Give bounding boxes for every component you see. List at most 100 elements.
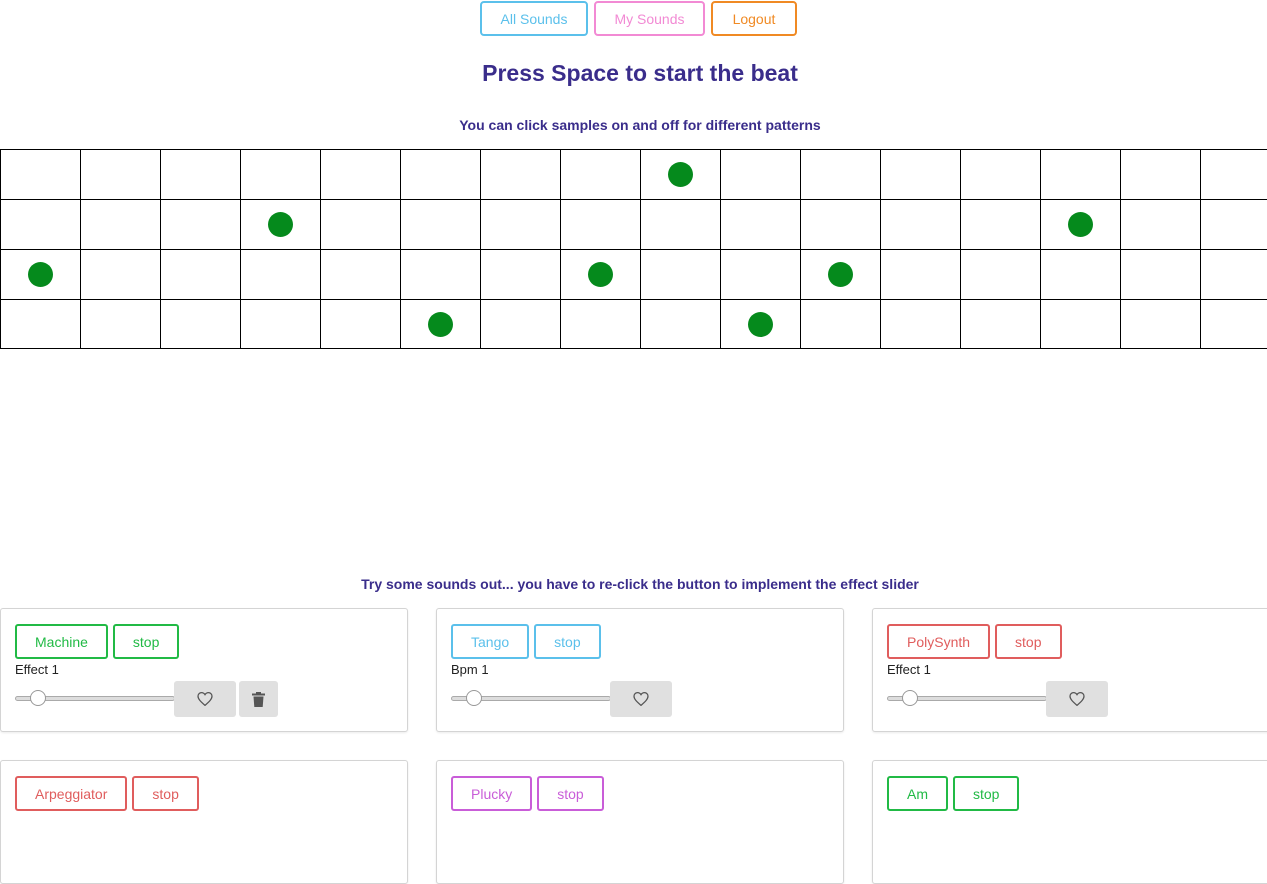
grid-cell[interactable]: [640, 199, 720, 249]
sample-dot: [588, 262, 613, 287]
grid-cell[interactable]: [960, 299, 1040, 349]
play-arpeggiator-button[interactable]: Arpeggiator: [15, 776, 128, 811]
grid-cell[interactable]: [160, 249, 240, 299]
grid-cell[interactable]: [560, 249, 640, 299]
grid-cell[interactable]: [800, 299, 880, 349]
grid-cell[interactable]: [1040, 199, 1120, 249]
grid-cell[interactable]: [320, 249, 400, 299]
delete-button[interactable]: [239, 681, 278, 717]
bpm-slider[interactable]: [451, 690, 611, 706]
effect-label: Effect 1: [887, 662, 931, 677]
grid-cell[interactable]: [240, 299, 320, 349]
sound-card-machine: Machine stop Effect 1: [0, 608, 408, 732]
stop-polysynth-button[interactable]: stop: [995, 624, 1062, 659]
all-sounds-button[interactable]: All Sounds: [480, 1, 588, 36]
grid-cell[interactable]: [480, 149, 560, 199]
play-polysynth-button[interactable]: PolySynth: [887, 624, 991, 659]
grid-cell[interactable]: [240, 199, 320, 249]
effect-slider[interactable]: [15, 690, 175, 706]
beat-grid: [0, 149, 1267, 349]
grid-cell[interactable]: [1120, 199, 1200, 249]
grid-cell[interactable]: [240, 149, 320, 199]
grid-cell[interactable]: [640, 149, 720, 199]
grid-cell[interactable]: [400, 199, 480, 249]
sound-card-plucky: Plucky stop: [436, 760, 844, 884]
grid-cell[interactable]: [480, 299, 560, 349]
grid-cell[interactable]: [880, 149, 960, 199]
grid-cell[interactable]: [400, 249, 480, 299]
grid-cell[interactable]: [80, 199, 160, 249]
grid-cell[interactable]: [240, 249, 320, 299]
grid-cell[interactable]: [960, 249, 1040, 299]
grid-cell[interactable]: [80, 299, 160, 349]
grid-cell[interactable]: [160, 299, 240, 349]
play-plucky-button[interactable]: Plucky: [451, 776, 533, 811]
grid-cell[interactable]: [800, 149, 880, 199]
grid-cell[interactable]: [880, 249, 960, 299]
slider-thumb[interactable]: [466, 690, 482, 706]
grid-cell[interactable]: [320, 199, 400, 249]
grid-cell[interactable]: [560, 149, 640, 199]
grid-cell[interactable]: [1120, 299, 1200, 349]
grid-cell[interactable]: [800, 199, 880, 249]
grid-cell[interactable]: [1040, 149, 1120, 199]
grid-cell[interactable]: [560, 299, 640, 349]
logout-button[interactable]: Logout: [711, 1, 797, 36]
grid-cell[interactable]: [0, 149, 80, 199]
grid-cell[interactable]: [400, 299, 480, 349]
grid-cell[interactable]: [80, 149, 160, 199]
grid-cell[interactable]: [0, 299, 80, 349]
grid-cell[interactable]: [80, 249, 160, 299]
grid-cell[interactable]: [480, 249, 560, 299]
grid-cell[interactable]: [880, 199, 960, 249]
grid-cell[interactable]: [1200, 249, 1267, 299]
grid-row: [0, 149, 1267, 199]
grid-cell[interactable]: [720, 149, 800, 199]
grid-cell[interactable]: [1040, 299, 1120, 349]
grid-cell[interactable]: [1040, 249, 1120, 299]
grid-cell[interactable]: [320, 149, 400, 199]
grid-cell[interactable]: [960, 149, 1040, 199]
slider-thumb[interactable]: [30, 690, 46, 706]
grid-cell[interactable]: [640, 249, 720, 299]
effect-slider[interactable]: [887, 690, 1047, 706]
grid-cell[interactable]: [400, 149, 480, 199]
grid-cell[interactable]: [1200, 299, 1267, 349]
grid-row: [0, 249, 1267, 299]
heart-icon: [197, 692, 213, 706]
grid-cell[interactable]: [800, 249, 880, 299]
bpm-label: Bpm 1: [451, 662, 489, 677]
sound-card-am: Am stop: [872, 760, 1267, 884]
stop-am-button[interactable]: stop: [953, 776, 1020, 811]
grid-cell[interactable]: [720, 199, 800, 249]
play-am-button[interactable]: Am: [887, 776, 948, 811]
grid-cell[interactable]: [1120, 149, 1200, 199]
grid-cell[interactable]: [160, 199, 240, 249]
grid-cell[interactable]: [720, 249, 800, 299]
my-sounds-button[interactable]: My Sounds: [594, 1, 705, 36]
grid-cell[interactable]: [0, 249, 80, 299]
grid-cell[interactable]: [160, 149, 240, 199]
play-machine-button[interactable]: Machine: [15, 624, 108, 659]
grid-cell[interactable]: [0, 199, 80, 249]
grid-cell[interactable]: [720, 299, 800, 349]
grid-cell[interactable]: [1200, 149, 1267, 199]
grid-cell[interactable]: [640, 299, 720, 349]
stop-plucky-button[interactable]: stop: [537, 776, 604, 811]
slider-thumb[interactable]: [902, 690, 918, 706]
stop-tango-button[interactable]: stop: [534, 624, 601, 659]
grid-cell[interactable]: [1200, 199, 1267, 249]
stop-arpeggiator-button[interactable]: stop: [132, 776, 199, 811]
favorite-button[interactable]: [1046, 681, 1108, 717]
play-tango-button[interactable]: Tango: [451, 624, 530, 659]
heart-icon: [633, 692, 649, 706]
favorite-button[interactable]: [610, 681, 672, 717]
grid-cell[interactable]: [320, 299, 400, 349]
grid-cell[interactable]: [560, 199, 640, 249]
grid-cell[interactable]: [880, 299, 960, 349]
grid-cell[interactable]: [1120, 249, 1200, 299]
grid-cell[interactable]: [960, 199, 1040, 249]
grid-cell[interactable]: [480, 199, 560, 249]
favorite-button[interactable]: [174, 681, 236, 717]
stop-machine-button[interactable]: stop: [112, 624, 180, 659]
